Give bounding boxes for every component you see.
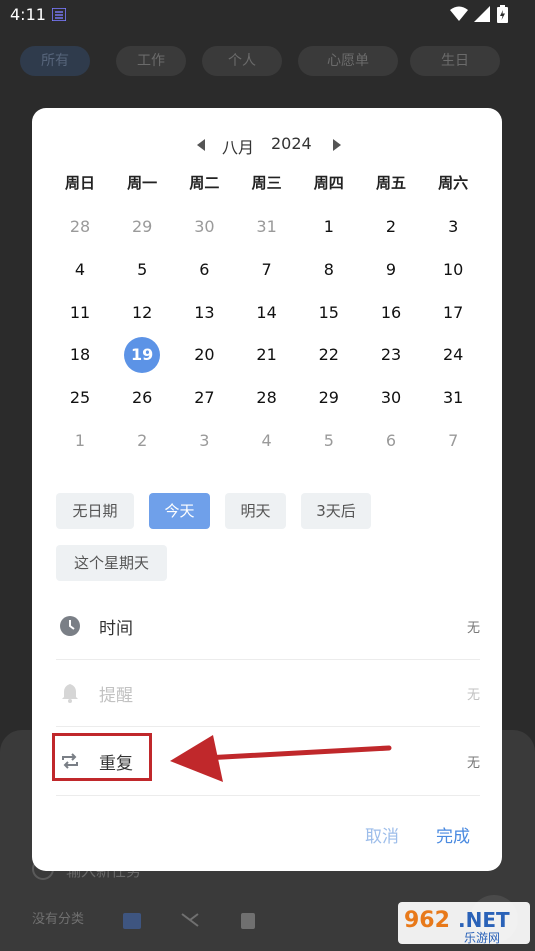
- calendar-day[interactable]: 6: [373, 423, 409, 459]
- annotation-highlight-box: [52, 733, 152, 781]
- time-label: 时间: [99, 619, 133, 639]
- battery-icon: [497, 5, 508, 23]
- quick-today-button[interactable]: 今天: [149, 493, 210, 529]
- calendar-day[interactable]: 29: [124, 209, 160, 245]
- calendar-day[interactable]: 17: [435, 295, 471, 331]
- done-button[interactable]: 完成: [436, 822, 470, 847]
- divider: [56, 795, 480, 796]
- calendar-day-selected[interactable]: 19: [124, 337, 161, 374]
- site-watermark-logo: 962 .NET 乐游网: [398, 902, 530, 945]
- next-month-icon[interactable]: [332, 139, 342, 151]
- calendar-day[interactable]: 28: [249, 380, 285, 416]
- calendar-day[interactable]: 2: [124, 423, 160, 459]
- clock-icon: [60, 616, 80, 636]
- weekday-label: 周一: [127, 174, 158, 192]
- year-label[interactable]: 2024: [271, 134, 312, 153]
- reminder-label: 提醒: [99, 686, 133, 706]
- repeat-value: 无: [466, 756, 480, 771]
- weekday-label: 周二: [189, 174, 220, 192]
- weekday-label: 周五: [375, 174, 406, 192]
- time-value: 无: [466, 621, 480, 636]
- calendar-day[interactable]: 21: [249, 337, 285, 373]
- calendar-day[interactable]: 14: [249, 295, 285, 331]
- calendar-day[interactable]: 31: [249, 209, 285, 245]
- calendar-day[interactable]: 12: [124, 295, 160, 331]
- quick-no-date-button[interactable]: 无日期: [56, 493, 134, 529]
- calendar-day[interactable]: 16: [373, 295, 409, 331]
- tab-wishlist: 心愿单: [298, 46, 398, 76]
- bell-icon: [62, 684, 78, 703]
- clipboard-icon: [241, 913, 255, 929]
- calendar-day[interactable]: 1: [62, 423, 98, 459]
- calendar-day[interactable]: 6: [186, 252, 222, 288]
- reminder-value: 无: [466, 688, 480, 703]
- tab-personal: 个人: [202, 46, 282, 76]
- calendar-day[interactable]: 11: [62, 295, 98, 331]
- month-label[interactable]: 八月: [222, 134, 254, 158]
- tab-all: 所有: [20, 46, 90, 76]
- weekday-label: 周六: [438, 174, 469, 192]
- category-label: 没有分类: [32, 912, 85, 927]
- quick-three-days-button[interactable]: 3天后: [301, 493, 371, 529]
- calendar-day[interactable]: 1: [311, 209, 347, 245]
- calendar-day[interactable]: 7: [435, 423, 471, 459]
- calendar-day[interactable]: 15: [311, 295, 347, 331]
- tab-birthday: 生日: [410, 46, 500, 76]
- calendar-day[interactable]: 4: [62, 252, 98, 288]
- calendar-day[interactable]: 20: [186, 337, 222, 373]
- calendar-day[interactable]: 4: [249, 423, 285, 459]
- wifi-icon: [450, 6, 468, 21]
- calendar-day[interactable]: 3: [186, 423, 222, 459]
- category-tabs: 所有 工作 个人 心愿单 生日: [20, 46, 535, 76]
- calendar-day[interactable]: 28: [62, 209, 98, 245]
- quick-tomorrow-button[interactable]: 明天: [225, 493, 286, 529]
- calendar-day[interactable]: 29: [311, 380, 347, 416]
- calendar-day[interactable]: 13: [186, 295, 222, 331]
- calendar-icon: [123, 913, 141, 929]
- weekday-label: 周四: [313, 174, 344, 192]
- svg-text:.NET: .NET: [458, 908, 510, 932]
- status-time: 4:11: [10, 5, 46, 24]
- reminder-option-row[interactable]: 提醒 无: [56, 660, 480, 726]
- calendar-day[interactable]: 9: [373, 252, 409, 288]
- cancel-button[interactable]: 取消: [365, 822, 399, 847]
- time-option-row[interactable]: 时间 无: [56, 593, 480, 659]
- calendar-day[interactable]: 3: [435, 209, 471, 245]
- calendar-day[interactable]: 23: [373, 337, 409, 373]
- calendar-day[interactable]: 27: [186, 380, 222, 416]
- calendar-day[interactable]: 18: [62, 337, 98, 373]
- tab-work: 工作: [116, 46, 186, 76]
- notification-icon: [52, 8, 66, 21]
- month-navigation: 八月 2024: [32, 134, 502, 158]
- calendar-day[interactable]: 10: [435, 252, 471, 288]
- svg-text:962: 962: [404, 908, 450, 933]
- divider: [56, 726, 480, 727]
- calendar-day[interactable]: 5: [311, 423, 347, 459]
- calendar-day[interactable]: 22: [311, 337, 347, 373]
- signal-icon: [474, 6, 490, 22]
- weekday-label: 周三: [251, 174, 282, 192]
- svg-text:乐游网: 乐游网: [464, 931, 500, 945]
- calendar-day[interactable]: 31: [435, 380, 471, 416]
- status-bar: 4:11: [0, 0, 535, 30]
- calendar-day[interactable]: 30: [186, 209, 222, 245]
- calendar-day[interactable]: 24: [435, 337, 471, 373]
- calendar-day[interactable]: 30: [373, 380, 409, 416]
- calendar-day[interactable]: 2: [373, 209, 409, 245]
- calendar-day[interactable]: 26: [124, 380, 160, 416]
- quick-this-sunday-button[interactable]: 这个星期天: [56, 545, 167, 581]
- subtask-icon: [181, 913, 199, 927]
- weekday-label: 周日: [64, 174, 95, 192]
- calendar-day[interactable]: 8: [311, 252, 347, 288]
- calendar-day[interactable]: 25: [62, 380, 98, 416]
- previous-month-icon[interactable]: [196, 139, 206, 151]
- calendar-day[interactable]: 7: [249, 252, 285, 288]
- calendar-day[interactable]: 5: [124, 252, 160, 288]
- annotation-arrow: [170, 735, 392, 782]
